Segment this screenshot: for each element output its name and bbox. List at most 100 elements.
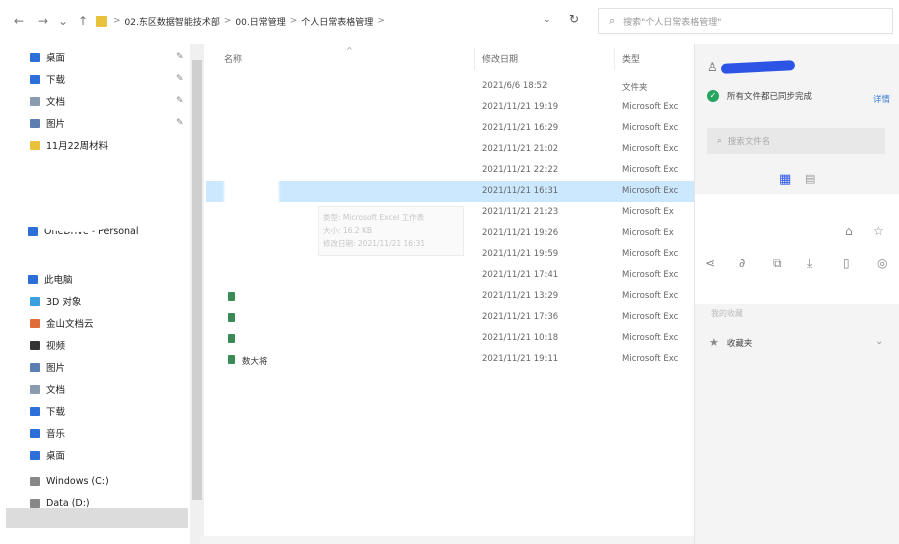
file-type-cell: Microsoft Exc <box>622 270 679 280</box>
sidebar-item[interactable]: 文档 <box>30 380 65 398</box>
link-icon[interactable]: ∂ <box>739 256 745 270</box>
table-row[interactable]: 2021/11/21 17:36 Microsoft Exc <box>206 307 696 328</box>
user-icon: ♙ <box>707 60 718 74</box>
back-arrow-icon[interactable]: ← <box>12 12 26 30</box>
sidebar-item-label: Windows (C:) <box>46 475 109 487</box>
drive-icon <box>30 498 40 508</box>
search-input[interactable]: ⌕ 搜索"个人日常表格管理" <box>598 8 893 34</box>
calendar-icon[interactable]: ▤ <box>805 172 815 185</box>
breadcrumb[interactable]: > 02.东区数据智能技术部 > 00.日常管理 > 个人日常表格管理 > <box>96 9 586 33</box>
sidebar-item[interactable]: 11月22周材料 <box>30 136 108 154</box>
sidebar-item[interactable]: 音乐 <box>30 424 65 442</box>
breadcrumb-separator: > <box>223 16 232 26</box>
folder-icon <box>30 140 40 150</box>
sidebar-item[interactable]: 3D 对象 <box>30 292 81 310</box>
recent-dropdown-icon[interactable]: ⌄ <box>56 12 70 30</box>
chevron-down-icon[interactable]: ⌄ <box>875 336 883 347</box>
breadcrumb-item[interactable]: 个人日常表格管理 <box>301 15 373 28</box>
download-icon[interactable]: ⤓ <box>807 256 812 271</box>
sidebar-item[interactable]: 此电脑 <box>28 270 73 288</box>
table-row[interactable]: 2021/11/21 22:22 Microsoft Exc <box>206 160 696 181</box>
modified-date-cell: 2021/11/21 19:11 <box>482 354 559 364</box>
breadcrumb-item[interactable]: 02.东区数据智能技术部 <box>125 15 220 28</box>
favorites-item[interactable]: ★ 收藏夹 <box>709 336 752 349</box>
picture-icon <box>30 362 40 372</box>
modified-date-cell: 2021/11/21 10:18 <box>482 333 559 343</box>
table-row[interactable]: 2021/11/21 10:18 Microsoft Exc <box>206 328 696 349</box>
document-icon <box>30 96 40 106</box>
sync-status: ✓ 所有文件都已同步完成 <box>707 90 812 102</box>
address-dropdown-icon[interactable]: ⌄ <box>543 15 551 25</box>
table-row[interactable]: 2021/11/21 13:29 Microsoft Exc <box>206 286 696 307</box>
eye-icon[interactable]: ◎ <box>877 256 887 270</box>
sidebar-item-label: 图片 <box>46 119 66 130</box>
file-type-cell: Microsoft Exc <box>622 144 679 154</box>
sync-status-text: 所有文件都已同步完成 <box>727 92 813 102</box>
file-type-cell: 文件夹 <box>622 83 648 93</box>
panel-search-input[interactable]: ⌕ 搜索文件名 <box>707 128 885 154</box>
sidebar-item-label: 11月22周材料 <box>46 141 109 152</box>
sidebar-item[interactable]: 下载 <box>30 70 65 88</box>
column-divider[interactable] <box>614 48 615 70</box>
redaction-blob <box>224 64 279 372</box>
sidebar-item-label: 下载 <box>46 407 66 418</box>
delete-icon[interactable]: ▯ <box>843 256 850 270</box>
refresh-icon[interactable]: ↻ <box>569 12 579 26</box>
table-row[interactable]: 2021/11/21 16:29 Microsoft Exc <box>206 118 696 139</box>
tooltip-size: 大小: 16.2 KB <box>323 226 373 235</box>
column-divider[interactable] <box>474 48 475 70</box>
star-icon: ★ <box>709 336 719 349</box>
sidebar-item[interactable]: Data (D:) <box>30 494 90 512</box>
cloud-icon <box>28 226 38 236</box>
excel-file-icon <box>228 334 235 343</box>
star-icon[interactable]: ☆ <box>873 224 884 238</box>
sidebar-item[interactable]: Windows (C:) <box>30 472 109 490</box>
nav-scrollbar-thumb[interactable] <box>192 60 202 500</box>
table-row[interactable]: 2021/11/21 21:02 Microsoft Exc <box>206 139 696 160</box>
sidebar-item[interactable]: 金山文档云 <box>30 314 94 332</box>
table-row[interactable]: 2021/11/21 19:19 Microsoft Exc <box>206 97 696 118</box>
sync-detail-link[interactable]: 详情 <box>873 93 890 105</box>
file-type-cell: Microsoft Exc <box>622 312 679 322</box>
column-header-date[interactable]: 修改日期 <box>482 52 518 65</box>
table-row[interactable]: 2021/11/21 16:31 Microsoft Exc <box>206 181 696 202</box>
search-placeholder: 搜索"个人日常表格管理" <box>623 17 722 28</box>
up-arrow-icon[interactable]: ↑ <box>76 12 90 30</box>
pin-icon: ✎ <box>176 96 184 106</box>
sidebar-item-label: 桌面 <box>46 451 66 462</box>
navigation-pane: 桌面下载文档图片11月22周材料OneDrive - Personal此电脑3D… <box>0 44 190 544</box>
download-icon <box>30 406 40 416</box>
sidebar-item-label: 金山文档云 <box>46 319 94 330</box>
sidebar-item-label: 音乐 <box>46 429 66 440</box>
sidebar-item-label: 文档 <box>46 97 66 108</box>
modified-date-cell: 2021/11/21 21:02 <box>482 144 559 154</box>
sidebar-item[interactable]: 视频 <box>30 336 65 354</box>
breadcrumb-item[interactable]: 00.日常管理 <box>235 15 285 28</box>
lock-icon[interactable]: ⌂ <box>845 224 853 238</box>
modified-date-cell: 2021/11/21 21:23 <box>482 207 559 217</box>
forward-arrow-icon[interactable]: → <box>36 12 50 30</box>
sidebar-item[interactable]: 文档 <box>30 92 65 110</box>
share-icon[interactable]: ⋖ <box>705 256 715 270</box>
file-type-cell: Microsoft Exc <box>622 291 679 301</box>
copy-icon[interactable]: ⧉ <box>773 256 782 271</box>
panel-search-placeholder: 搜索文件名 <box>727 137 771 147</box>
sidebar-item[interactable]: 桌面 <box>30 446 65 464</box>
username-redaction <box>720 60 796 74</box>
table-row[interactable]: 2021/11/21 17:41 Microsoft Exc <box>206 265 696 286</box>
file-name[interactable]: 数大将 <box>242 355 268 367</box>
table-row[interactable]: 2021/11/21 19:11 Microsoft Exc <box>206 349 696 370</box>
excel-file-icon <box>228 355 235 364</box>
table-row[interactable]: 2021/6/6 18:52 文件夹 <box>206 76 696 97</box>
column-header-name[interactable]: 名称 <box>224 52 242 65</box>
sidebar-item[interactable]: 下载 <box>30 402 65 420</box>
sidebar-item[interactable]: 图片 <box>30 114 65 132</box>
sidebar-item[interactable]: 图片 <box>30 358 65 376</box>
file-type-cell: Microsoft Ex <box>622 228 674 238</box>
modified-date-cell: 2021/11/21 19:19 <box>482 102 559 112</box>
sidebar-item[interactable]: 桌面 <box>30 48 65 66</box>
file-type-cell: Microsoft Exc <box>622 354 679 364</box>
column-header-type[interactable]: 类型 <box>622 52 640 65</box>
excel-file-icon <box>228 292 235 301</box>
grid-view-icon[interactable]: ▦ <box>779 172 791 187</box>
